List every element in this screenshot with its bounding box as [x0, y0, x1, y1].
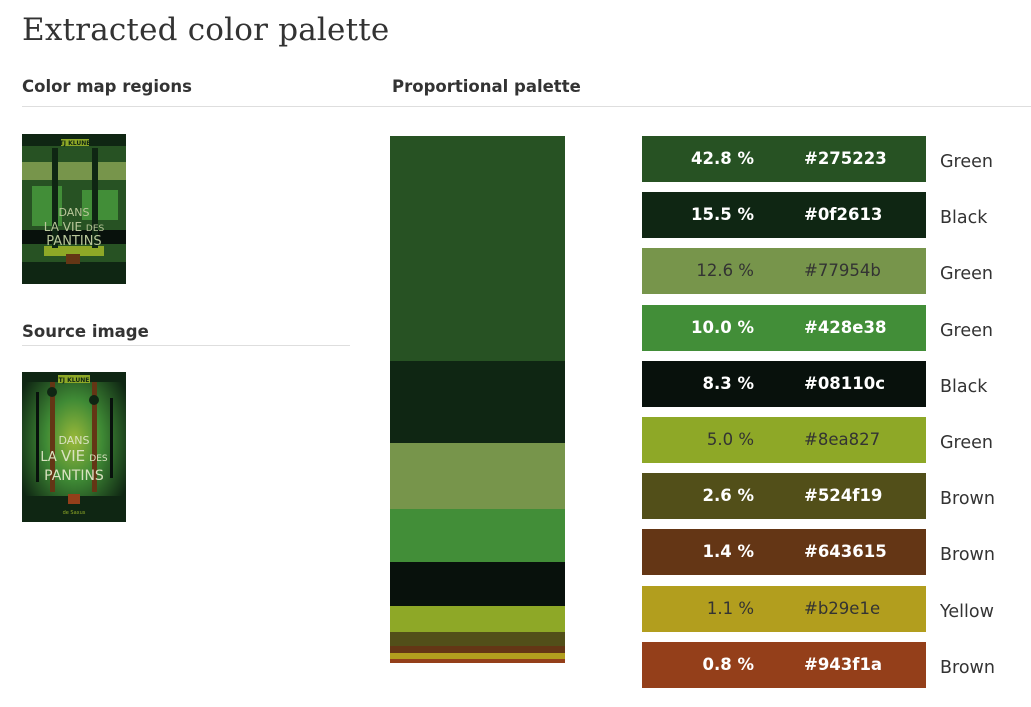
color-swatch: 5.0 % #8ea827: [642, 417, 926, 463]
color-name: Green: [940, 433, 993, 453]
color-percentage: 0.8 %: [702, 655, 754, 674]
palette-band: [390, 136, 565, 362]
color-map-heading: Color map regions: [22, 77, 192, 96]
color-swatch: 2.6 % #524f19: [642, 473, 926, 519]
color-name: Green: [940, 152, 993, 172]
map-title-line1: DANS: [58, 206, 89, 219]
color-name: Brown: [940, 658, 995, 678]
color-swatch: 15.5 % #0f2613: [642, 192, 926, 238]
color-hex-code: #8ea827: [804, 430, 881, 449]
palette-band: [390, 658, 565, 663]
color-name: Yellow: [940, 602, 994, 622]
color-swatch: 12.6 % #77954b: [642, 248, 926, 294]
palette-band: [390, 509, 565, 562]
palette-band: [390, 361, 565, 443]
color-name: Green: [940, 264, 993, 284]
source-divider: [22, 345, 350, 346]
palette-band: [390, 645, 565, 653]
color-name: Black: [940, 208, 988, 228]
color-percentage: 42.8 %: [691, 149, 754, 168]
color-percentage: 12.6 %: [696, 261, 754, 280]
color-name: Black: [940, 377, 988, 397]
color-hex-code: #08110c: [804, 374, 886, 393]
palette-band: [390, 631, 565, 646]
color-swatch: 1.4 % #643615: [642, 529, 926, 575]
color-swatch: 42.8 % #275223: [642, 136, 926, 182]
palette-band: [390, 561, 565, 606]
color-hex-code: #77954b: [804, 261, 881, 280]
color-hex-code: #b29e1e: [804, 599, 881, 618]
color-percentage: 15.5 %: [691, 205, 754, 224]
map-title-line3: PANTINS: [46, 234, 101, 249]
color-swatch: 0.8 % #943f1a: [642, 642, 926, 688]
color-percentage: 8.3 %: [702, 374, 754, 393]
color-swatch: 1.1 % #b29e1e: [642, 586, 926, 632]
cover-publisher: de Saxus: [63, 510, 86, 516]
cover-title-line1: DANS: [58, 434, 89, 447]
color-map-image: TJ KLUNE DANS LA VIE DES PANTINS: [22, 134, 126, 284]
page-title: Extracted color palette: [22, 12, 390, 48]
color-hex-code: #643615: [804, 542, 887, 561]
color-percentage: 1.1 %: [706, 599, 754, 618]
color-name: Brown: [940, 545, 995, 565]
color-swatch: 10.0 % #428e38: [642, 305, 926, 351]
color-percentage: 2.6 %: [702, 486, 754, 505]
source-image-heading: Source image: [22, 322, 149, 341]
map-author-text: TJ KLUNE: [60, 140, 91, 147]
color-name: Green: [940, 321, 993, 341]
color-percentage: 10.0 %: [691, 318, 754, 337]
color-percentage: 1.4 %: [702, 542, 754, 561]
proportional-palette-heading: Proportional palette: [392, 77, 581, 96]
section-divider: [22, 106, 1031, 107]
color-hex-code: #275223: [804, 149, 887, 168]
color-hex-code: #0f2613: [804, 205, 883, 224]
color-name: Brown: [940, 489, 995, 509]
color-hex-code: #524f19: [804, 486, 883, 505]
color-swatch: 8.3 % #08110c: [642, 361, 926, 407]
cover-title-line3: PANTINS: [44, 468, 104, 484]
cover-author-text: TJ KLUNE: [59, 377, 90, 384]
palette-band: [390, 605, 565, 632]
palette-band: [390, 442, 565, 510]
source-image: TJ KLUNE DANS LA VIE DES PANTINS de Saxu…: [22, 372, 126, 522]
color-hex-code: #428e38: [804, 318, 887, 337]
proportional-palette-strip: [390, 136, 565, 663]
color-hex-code: #943f1a: [804, 655, 883, 674]
color-percentage: 5.0 %: [706, 430, 754, 449]
